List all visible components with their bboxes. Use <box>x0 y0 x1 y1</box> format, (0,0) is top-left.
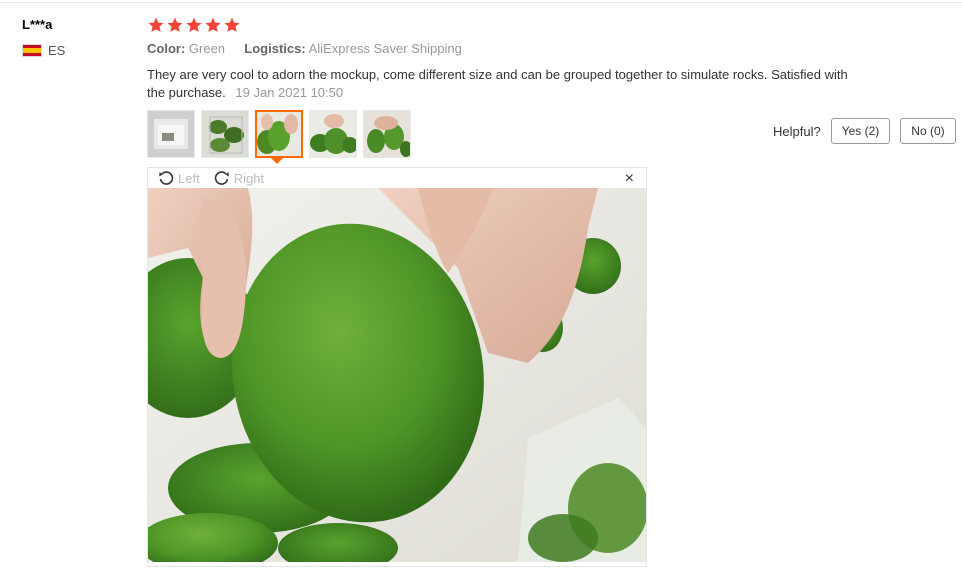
star-icon <box>167 17 183 32</box>
close-viewer-button[interactable]: × <box>625 170 634 188</box>
star-icon <box>186 17 202 32</box>
reviewer-name: L***a <box>22 17 53 32</box>
selected-thumbnail-caret <box>271 158 283 164</box>
helpful-no-button[interactable]: No (0) <box>900 118 956 144</box>
rotate-left-button[interactable]: Left <box>158 170 200 186</box>
star-icon <box>205 17 221 32</box>
rotate-left-label: Left <box>178 170 200 186</box>
review-text-block: They are very cool to adorn the mockup, … <box>147 66 867 102</box>
moss-stones-photo <box>148 188 646 562</box>
review-photo-large <box>148 188 646 562</box>
review-photo-thumbnails <box>147 110 411 158</box>
review-thumbnail[interactable] <box>147 110 195 158</box>
rotate-right-button[interactable]: Right <box>214 170 264 186</box>
review-attributes: Color: Green Logistics: AliExpress Saver… <box>147 41 462 56</box>
logistics-value: AliExpress Saver Shipping <box>308 41 462 56</box>
helpful-label: Helpful? <box>773 123 821 139</box>
helpful-vote: Helpful? Yes (2) No (0) <box>773 118 956 144</box>
spain-flag-icon <box>22 44 42 57</box>
color-label: Color: <box>147 41 186 56</box>
star-icon <box>148 17 164 32</box>
rating-stars <box>147 16 241 34</box>
country-code: ES <box>48 43 66 58</box>
helpful-yes-button[interactable]: Yes (2) <box>830 118 891 144</box>
review-thumbnail[interactable] <box>201 110 249 158</box>
rotate-left-icon <box>159 171 174 185</box>
logistics-label: Logistics: <box>244 41 306 56</box>
color-value: Green <box>188 41 226 56</box>
divider <box>0 2 962 3</box>
review-thumbnail-selected[interactable] <box>255 110 303 158</box>
review-date: 19 Jan 2021 10:50 <box>235 85 344 100</box>
rotate-right-icon <box>214 171 229 185</box>
review-thumbnail[interactable] <box>363 110 411 158</box>
review-thumbnail[interactable] <box>309 110 357 158</box>
reviewer-country: ES <box>22 43 65 58</box>
viewer-toolbar: Left Right <box>148 168 646 188</box>
photo-viewer: Left Right × <box>147 167 647 567</box>
star-icon <box>224 17 240 32</box>
rotate-right-label: Right <box>233 170 265 186</box>
